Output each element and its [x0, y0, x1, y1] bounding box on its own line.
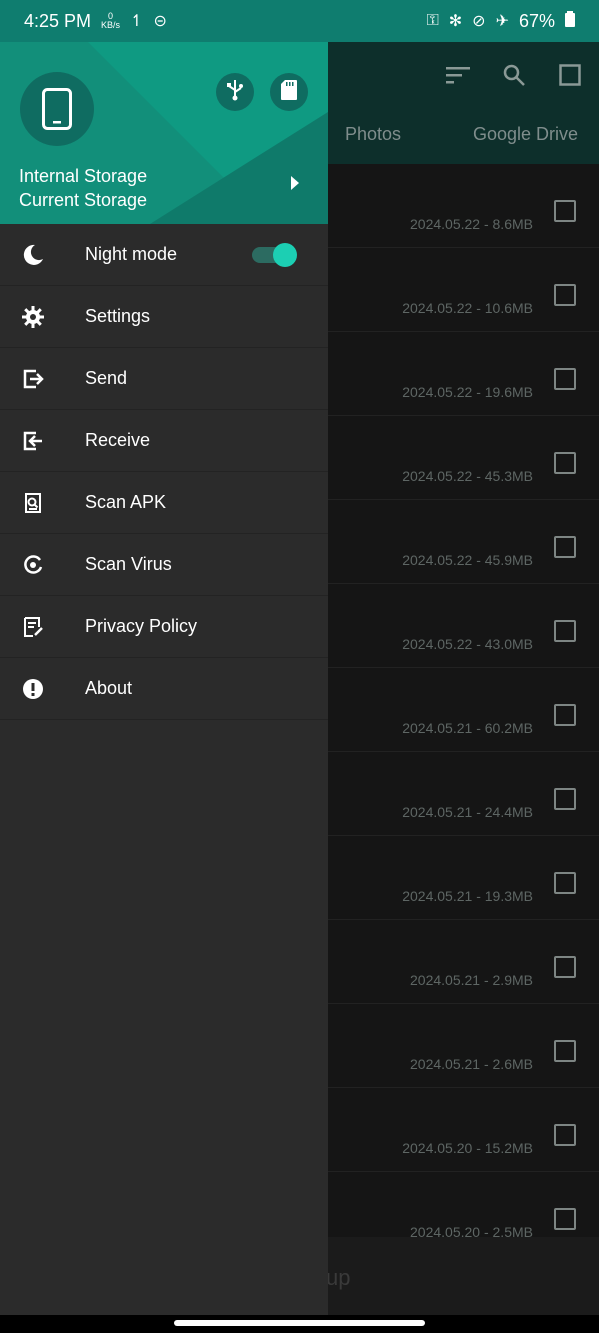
mute-icon: ⊘ — [472, 13, 486, 30]
home-gesture-handle[interactable] — [174, 1320, 425, 1326]
file-meta: 2024.05.22 - 45.9MB — [402, 552, 533, 568]
file-meta: 2024.05.21 - 19.3MB — [402, 888, 533, 904]
row-checkbox[interactable] — [554, 536, 576, 558]
menu-item-settings[interactable]: Settings — [0, 286, 328, 348]
tab-google-drive[interactable]: Google Drive — [473, 124, 578, 145]
toggle-thumb — [273, 243, 297, 267]
menu-item-night-mode[interactable]: Night mode — [0, 224, 328, 286]
battery-icon — [565, 10, 575, 32]
system-navigation-bar — [0, 1315, 599, 1333]
key-icon: ⚿ — [426, 12, 439, 29]
privacy-policy-icon — [20, 614, 46, 640]
file-meta: 2024.05.22 - 10.6MB — [402, 300, 533, 316]
sd-card-button[interactable] — [270, 73, 308, 111]
row-checkbox[interactable] — [554, 1208, 576, 1230]
signal-transfer-icon: ↿ — [130, 13, 144, 30]
status-left: 4:25 PM 0 KB/s ↿ ⊝ — [24, 11, 167, 32]
do-not-disturb-icon: ⊝ — [153, 13, 167, 30]
file-meta: 2024.05.21 - 60.2MB — [402, 720, 533, 736]
menu-item-scan-apk[interactable]: Scan APK — [0, 472, 328, 534]
scan-virus-icon — [20, 552, 46, 578]
toolbar-actions — [443, 60, 585, 90]
file-meta: 2024.05.20 - 15.2MB — [402, 1140, 533, 1156]
storage-info[interactable]: Internal Storage Current Storage — [19, 164, 147, 212]
file-meta: 2024.05.22 - 19.6MB — [402, 384, 533, 400]
battery-percent: 67% — [518, 10, 555, 31]
file-meta: 2024.05.21 - 2.9MB — [410, 972, 533, 988]
file-meta: 2024.05.22 - 43.0MB — [402, 636, 533, 652]
menu-item-label: Send — [85, 368, 128, 388]
row-checkbox[interactable] — [554, 284, 576, 306]
select-all-checkbox[interactable] — [555, 60, 585, 90]
status-right: ⚿ ✻ ⊘ ✈ 67% — [426, 10, 575, 32]
navigation-drawer: Internal Storage Current Storage Night m… — [0, 42, 328, 1315]
menu-item-privacy-policy[interactable]: Privacy Policy — [0, 596, 328, 658]
night-mode-toggle[interactable] — [252, 243, 297, 267]
menu-item-label: Scan Virus — [85, 554, 172, 574]
menu-item-label: Settings — [85, 306, 151, 326]
phone-icon — [20, 72, 94, 146]
sort-icon[interactable] — [443, 60, 473, 90]
usb-storage-button[interactable] — [216, 73, 254, 111]
row-checkbox[interactable] — [554, 872, 576, 894]
storage-status: Current Storage — [19, 190, 148, 210]
menu-item-receive[interactable]: Receive — [0, 410, 328, 472]
row-checkbox[interactable] — [554, 956, 576, 978]
file-meta: 2024.05.22 - 8.6MB — [410, 216, 533, 232]
airplane-icon: ✈ — [495, 13, 509, 30]
row-checkbox[interactable] — [554, 368, 576, 390]
storage-name: Internal Storage — [19, 166, 148, 186]
info-icon — [20, 676, 46, 702]
row-checkbox[interactable] — [554, 788, 576, 810]
file-meta: 2024.05.21 - 24.4MB — [402, 804, 533, 820]
menu-item-label: About — [85, 678, 133, 698]
bluetooth-icon: ✻ — [448, 13, 463, 30]
tab-photos[interactable]: Photos — [345, 124, 401, 145]
bottom-action-label: up — [326, 1265, 351, 1290]
search-icon[interactable] — [499, 60, 529, 90]
file-meta: 2024.05.22 - 45.3MB — [402, 468, 533, 484]
menu-item-send[interactable]: Send — [0, 348, 328, 410]
row-checkbox[interactable] — [554, 200, 576, 222]
menu-item-scan-virus[interactable]: Scan Virus — [0, 534, 328, 596]
menu-item-label: Night mode — [85, 244, 178, 264]
scan-apk-icon — [20, 490, 46, 516]
menu-item-label: Scan APK — [85, 492, 167, 512]
drawer-header: Internal Storage Current Storage — [0, 42, 328, 224]
row-checkbox[interactable] — [554, 704, 576, 726]
row-checkbox[interactable] — [554, 1040, 576, 1062]
gear-icon — [20, 304, 46, 330]
clock: 4:25 PM — [24, 10, 92, 31]
receive-icon — [20, 428, 46, 454]
row-checkbox[interactable] — [554, 452, 576, 474]
row-checkbox[interactable] — [554, 620, 576, 642]
drawer-menu: Night mode Settings Send Receive Scan AP… — [0, 224, 328, 720]
file-meta: 2024.05.21 - 2.6MB — [410, 1056, 533, 1072]
moon-icon — [20, 242, 46, 268]
menu-item-label: Receive — [85, 430, 151, 450]
network-speed-unit: KB/s — [101, 20, 121, 30]
status-bar: 4:25 PM 0 KB/s ↿ ⊝ ⚿ ✻ ⊘ ✈ 67% — [0, 0, 599, 42]
send-icon — [20, 366, 46, 392]
usb-icon — [226, 79, 244, 106]
menu-item-about[interactable]: About — [0, 658, 328, 720]
expand-arrow-icon[interactable] — [291, 176, 299, 190]
menu-item-label: Privacy Policy — [85, 616, 198, 636]
storage-switchers — [216, 73, 308, 111]
sd-card-icon — [280, 79, 298, 106]
row-checkbox[interactable] — [554, 1124, 576, 1146]
network-speed: 0 KB/s — [101, 12, 120, 30]
